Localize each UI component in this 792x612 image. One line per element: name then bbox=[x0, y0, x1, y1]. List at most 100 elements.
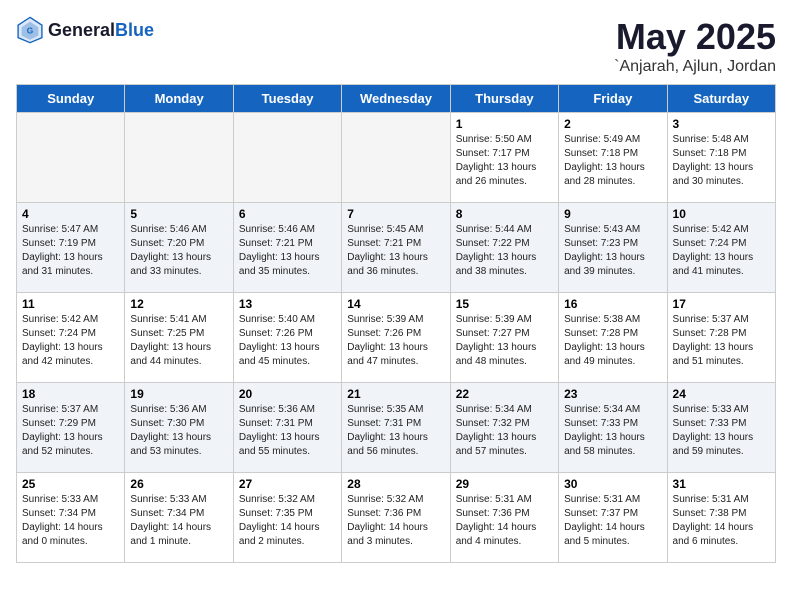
day-detail: Sunrise: 5:42 AM Sunset: 7:24 PM Dayligh… bbox=[22, 313, 119, 369]
calendar-day-cell: 24Sunrise: 5:33 AM Sunset: 7:33 PM Dayli… bbox=[667, 383, 775, 473]
day-detail: Sunrise: 5:49 AM Sunset: 7:18 PM Dayligh… bbox=[564, 133, 661, 189]
day-detail: Sunrise: 5:37 AM Sunset: 7:29 PM Dayligh… bbox=[22, 403, 119, 459]
day-number: 29 bbox=[456, 477, 553, 491]
day-number: 31 bbox=[673, 477, 770, 491]
calendar-week-row: 4 Sunrise: 5:47 AM Sunset: 7:19 PM Daylig… bbox=[17, 203, 776, 293]
day-detail: Sunrise: 5:34 AM Sunset: 7:33 PM Dayligh… bbox=[564, 403, 661, 459]
day-detail: Sunrise: 5:50 AM Sunset: 7:17 PM Dayligh… bbox=[456, 133, 553, 189]
calendar-day-cell bbox=[233, 113, 341, 203]
calendar-day-cell bbox=[342, 113, 450, 203]
day-number: 25 bbox=[22, 477, 119, 491]
day-detail: Sunrise: 5:33 AM Sunset: 7:33 PM Dayligh… bbox=[673, 403, 770, 459]
calendar-day-cell: 23 Sunrise: 5:34 AM Sunset: 7:33 PM Dayli… bbox=[559, 383, 667, 473]
logo-icon: G bbox=[16, 16, 44, 44]
calendar-day-cell: 20 Sunrise: 5:36 AM Sunset: 7:31 PM Dayli… bbox=[233, 383, 341, 473]
calendar-day-cell: 31 Sunrise: 5:31 AM Sunset: 7:38 PM Dayli… bbox=[667, 473, 775, 563]
weekday-header-wednesday: Wednesday bbox=[342, 85, 450, 113]
day-detail: Sunrise: 5:35 AM Sunset: 7:31 PM Dayligh… bbox=[347, 403, 444, 459]
title-block: May 2025 `Anjarah, Ajlun, Jordan bbox=[614, 16, 776, 76]
day-number: 15 bbox=[456, 297, 553, 311]
day-detail: Sunrise: 5:40 AM Sunset: 7:26 PM Dayligh… bbox=[239, 313, 336, 369]
day-number: 9 bbox=[564, 207, 661, 221]
calendar-day-cell: 16 Sunrise: 5:38 AM Sunset: 7:28 PM Dayli… bbox=[559, 293, 667, 383]
day-number: 3 bbox=[673, 117, 770, 131]
day-detail: Sunrise: 5:31 AM Sunset: 7:38 PM Dayligh… bbox=[673, 493, 770, 549]
calendar-week-row: 1 Sunrise: 5:50 AM Sunset: 7:17 PM Daylig… bbox=[17, 113, 776, 203]
day-number: 10 bbox=[673, 207, 770, 221]
day-detail: Sunrise: 5:33 AM Sunset: 7:34 PM Dayligh… bbox=[130, 493, 227, 549]
calendar-day-cell: 8Sunrise: 5:44 AM Sunset: 7:22 PM Daylig… bbox=[450, 203, 558, 293]
day-number: 17 bbox=[673, 297, 770, 311]
logo: G GeneralBlue bbox=[16, 16, 154, 44]
calendar-day-cell: 17Sunrise: 5:37 AM Sunset: 7:28 PM Dayli… bbox=[667, 293, 775, 383]
day-number: 30 bbox=[564, 477, 661, 491]
page-header: G GeneralBlue May 2025 `Anjarah, Ajlun, … bbox=[16, 16, 776, 76]
day-number: 11 bbox=[22, 297, 119, 311]
day-number: 21 bbox=[347, 387, 444, 401]
day-detail: Sunrise: 5:36 AM Sunset: 7:31 PM Dayligh… bbox=[239, 403, 336, 459]
day-number: 4 bbox=[22, 207, 119, 221]
day-detail: Sunrise: 5:33 AM Sunset: 7:34 PM Dayligh… bbox=[22, 493, 119, 549]
day-detail: Sunrise: 5:32 AM Sunset: 7:35 PM Dayligh… bbox=[239, 493, 336, 549]
day-number: 8 bbox=[456, 207, 553, 221]
day-number: 27 bbox=[239, 477, 336, 491]
calendar-day-cell: 1 Sunrise: 5:50 AM Sunset: 7:17 PM Daylig… bbox=[450, 113, 558, 203]
calendar-table: SundayMondayTuesdayWednesdayThursdayFrid… bbox=[16, 84, 776, 563]
calendar-day-cell: 5 Sunrise: 5:46 AM Sunset: 7:20 PM Daylig… bbox=[125, 203, 233, 293]
calendar-day-cell: 14Sunrise: 5:39 AM Sunset: 7:26 PM Dayli… bbox=[342, 293, 450, 383]
day-detail: Sunrise: 5:31 AM Sunset: 7:36 PM Dayligh… bbox=[456, 493, 553, 549]
day-detail: Sunrise: 5:41 AM Sunset: 7:25 PM Dayligh… bbox=[130, 313, 227, 369]
day-detail: Sunrise: 5:39 AM Sunset: 7:27 PM Dayligh… bbox=[456, 313, 553, 369]
day-number: 2 bbox=[564, 117, 661, 131]
day-detail: Sunrise: 5:36 AM Sunset: 7:30 PM Dayligh… bbox=[130, 403, 227, 459]
day-number: 22 bbox=[456, 387, 553, 401]
day-number: 1 bbox=[456, 117, 553, 131]
day-number: 19 bbox=[130, 387, 227, 401]
day-number: 26 bbox=[130, 477, 227, 491]
day-number: 6 bbox=[239, 207, 336, 221]
calendar-day-cell: 4 Sunrise: 5:47 AM Sunset: 7:19 PM Daylig… bbox=[17, 203, 125, 293]
calendar-day-cell: 19 Sunrise: 5:36 AM Sunset: 7:30 PM Dayli… bbox=[125, 383, 233, 473]
calendar-location: `Anjarah, Ajlun, Jordan bbox=[614, 58, 776, 76]
calendar-day-cell: 27 Sunrise: 5:32 AM Sunset: 7:35 PM Dayli… bbox=[233, 473, 341, 563]
day-detail: Sunrise: 5:46 AM Sunset: 7:20 PM Dayligh… bbox=[130, 223, 227, 279]
logo-general: General bbox=[48, 20, 115, 40]
day-detail: Sunrise: 5:42 AM Sunset: 7:24 PM Dayligh… bbox=[673, 223, 770, 279]
weekday-header-monday: Monday bbox=[125, 85, 233, 113]
day-number: 13 bbox=[239, 297, 336, 311]
weekday-header-sunday: Sunday bbox=[17, 85, 125, 113]
calendar-day-cell: 18Sunrise: 5:37 AM Sunset: 7:29 PM Dayli… bbox=[17, 383, 125, 473]
day-detail: Sunrise: 5:43 AM Sunset: 7:23 PM Dayligh… bbox=[564, 223, 661, 279]
day-number: 23 bbox=[564, 387, 661, 401]
day-number: 14 bbox=[347, 297, 444, 311]
calendar-day-cell: 6Sunrise: 5:46 AM Sunset: 7:21 PM Daylig… bbox=[233, 203, 341, 293]
day-number: 7 bbox=[347, 207, 444, 221]
day-detail: Sunrise: 5:38 AM Sunset: 7:28 PM Dayligh… bbox=[564, 313, 661, 369]
calendar-day-cell: 2 Sunrise: 5:49 AM Sunset: 7:18 PM Daylig… bbox=[559, 113, 667, 203]
weekday-header-thursday: Thursday bbox=[450, 85, 558, 113]
day-detail: Sunrise: 5:47 AM Sunset: 7:19 PM Dayligh… bbox=[22, 223, 119, 279]
calendar-week-row: 11 Sunrise: 5:42 AM Sunset: 7:24 PM Dayli… bbox=[17, 293, 776, 383]
day-number: 28 bbox=[347, 477, 444, 491]
weekday-header-tuesday: Tuesday bbox=[233, 85, 341, 113]
logo-blue: Blue bbox=[115, 20, 154, 40]
day-detail: Sunrise: 5:48 AM Sunset: 7:18 PM Dayligh… bbox=[673, 133, 770, 189]
day-number: 12 bbox=[130, 297, 227, 311]
calendar-day-cell: 21 Sunrise: 5:35 AM Sunset: 7:31 PM Dayli… bbox=[342, 383, 450, 473]
calendar-day-cell: 25 Sunrise: 5:33 AM Sunset: 7:34 PM Dayli… bbox=[17, 473, 125, 563]
calendar-day-cell: 22Sunrise: 5:34 AM Sunset: 7:32 PM Dayli… bbox=[450, 383, 558, 473]
calendar-day-cell: 26 Sunrise: 5:33 AM Sunset: 7:34 PM Dayli… bbox=[125, 473, 233, 563]
day-detail: Sunrise: 5:32 AM Sunset: 7:36 PM Dayligh… bbox=[347, 493, 444, 549]
weekday-header-saturday: Saturday bbox=[667, 85, 775, 113]
day-number: 16 bbox=[564, 297, 661, 311]
calendar-day-cell: 7Sunrise: 5:45 AM Sunset: 7:21 PM Daylig… bbox=[342, 203, 450, 293]
calendar-title: May 2025 bbox=[614, 16, 776, 58]
calendar-day-cell: 11 Sunrise: 5:42 AM Sunset: 7:24 PM Dayli… bbox=[17, 293, 125, 383]
day-number: 20 bbox=[239, 387, 336, 401]
calendar-day-cell bbox=[17, 113, 125, 203]
weekday-header-friday: Friday bbox=[559, 85, 667, 113]
calendar-day-cell: 12 Sunrise: 5:41 AM Sunset: 7:25 PM Dayli… bbox=[125, 293, 233, 383]
day-number: 5 bbox=[130, 207, 227, 221]
calendar-day-cell: 15 Sunrise: 5:39 AM Sunset: 7:27 PM Dayli… bbox=[450, 293, 558, 383]
logo-text: GeneralBlue bbox=[48, 20, 154, 41]
